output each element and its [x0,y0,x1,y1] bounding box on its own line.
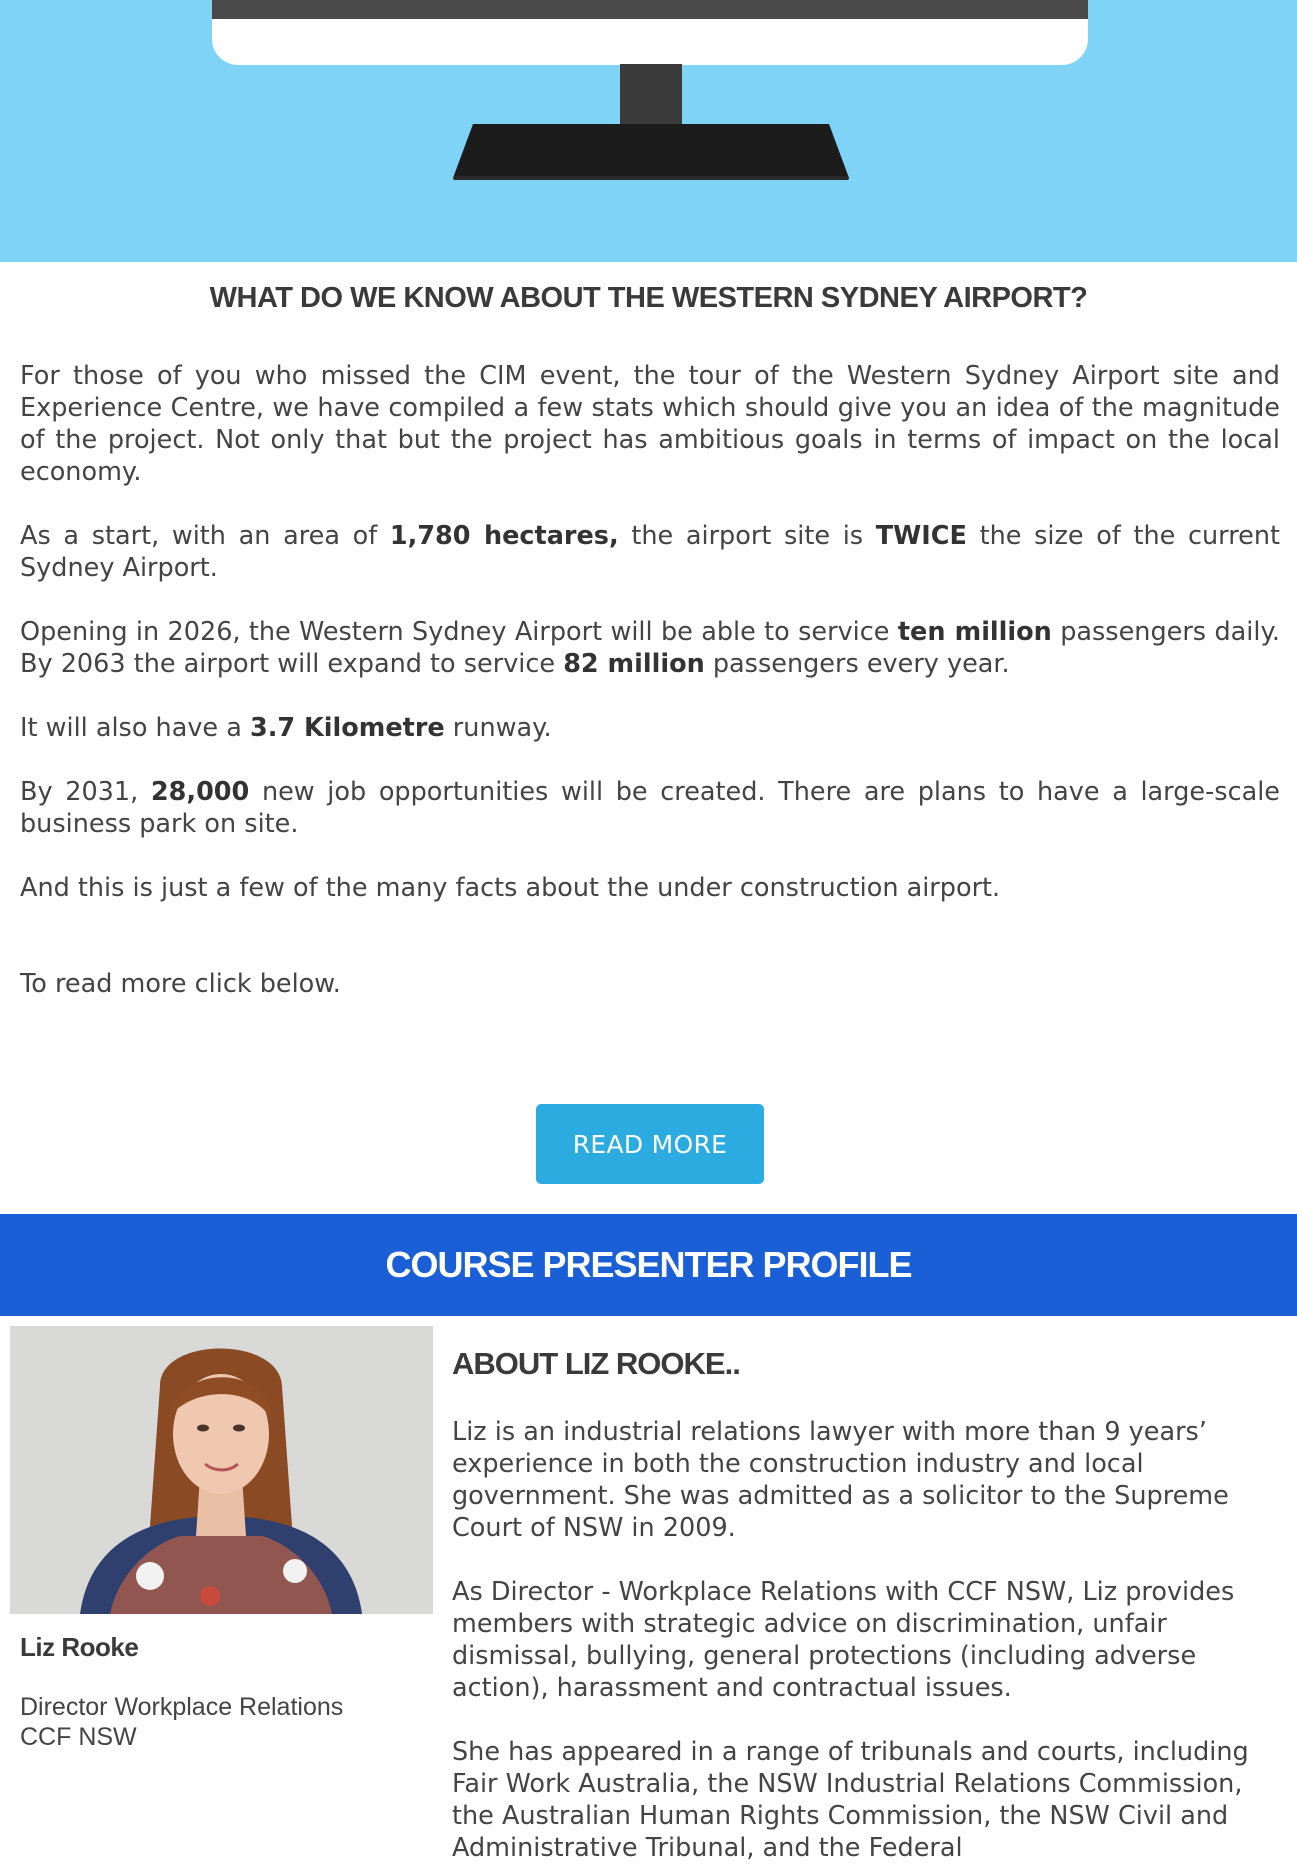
presenter-bio-paragraph-1: Liz is an industrial relations lawyer wi… [452,1417,1229,1543]
stat-runway: 3.7 Kilometre [249,713,445,743]
presenter-portrait-image [10,1326,433,1614]
presenter-bio-paragraph-3: She has appeared in a range of tribunals… [452,1737,1249,1863]
hero-banner [0,0,1297,262]
article-title: WHAT DO WE KNOW ABOUT THE WESTERN SYDNEY… [209,282,1088,314]
stat-ten-million: ten million [897,617,1052,647]
presenter-section-title: COURSE PRESENTER PROFILE [385,1244,912,1285]
article-paragraph-runway: It will also have a 3.7 Kilometre runway… [20,713,552,743]
presenter-name: Liz Rooke [20,1632,139,1662]
stat-hectares: 1,780 hectares, [389,521,619,551]
article-paragraph-jobs: By 2031, 28,000 new job opportunities wi… [20,777,1280,839]
monitor-screen [212,0,1088,19]
presenter-organisation: CCF NSW [20,1723,137,1751]
about-presenter-title: ABOUT LIZ ROOKE.. [452,1346,741,1381]
article-paragraph-read-more: To read more click below. [20,969,341,999]
stat-jobs: 28,000 [150,777,250,807]
presenter-role: Director Workplace Relations CCF NSW [20,1692,420,1752]
article-paragraph-intro: For those of you who missed the CIM even… [20,361,1280,487]
presenter-photo [10,1326,433,1614]
stat-twice: TWICE [875,521,967,551]
read-more-button[interactable]: READ MORE [536,1104,764,1184]
article-paragraph-area: As a start, with an area of 1,780 hectar… [20,521,1280,583]
presenter-section-header: COURSE PRESENTER PROFILE [0,1214,1297,1316]
article-paragraph-facts: And this is just a few of the many facts… [20,873,1001,903]
stat-82-million: 82 million [563,649,705,679]
presenter-role-title: Director Workplace Relations [20,1693,344,1721]
presenter-bio-paragraph-2: As Director - Workplace Relations with C… [452,1577,1235,1703]
monitor-stand-base [453,124,849,180]
article-paragraph-passengers: Opening in 2026, the Western Sydney Airp… [20,617,1281,679]
